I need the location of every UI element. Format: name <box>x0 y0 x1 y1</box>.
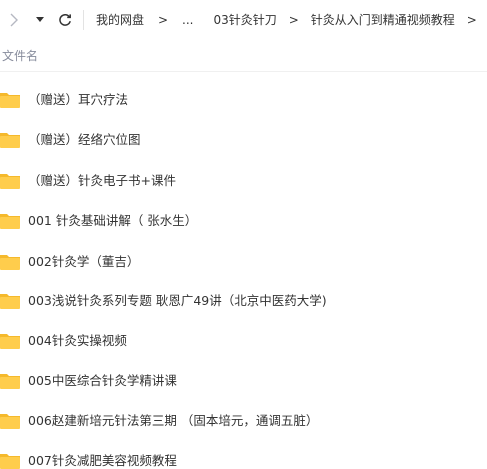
file-name: 007针灸减肥美容视频教程 <box>28 453 177 468</box>
file-name: （赠送）针灸电子书+课件 <box>28 173 176 188</box>
breadcrumb-item-my-drive[interactable]: 我的网盘 <box>96 12 144 28</box>
column-header-name[interactable]: 文件名 <box>2 47 38 64</box>
file-name: 002针灸学（董吉） <box>28 254 140 269</box>
navigation-bar: 我的网盘 > ... 03针灸针刀 > 针灸从入门到精通视频教程 > <box>0 0 487 40</box>
folder-icon <box>0 93 20 108</box>
breadcrumb-item-03[interactable]: 03针灸针刀 <box>213 12 276 28</box>
breadcrumb-separator: > <box>158 13 169 27</box>
file-name: 003浅说针灸系列专题 耿恩广49讲（北京中医药大学) <box>28 293 327 308</box>
file-row[interactable]: 006赵建新培元针法第三期 （固本培元，通调五脏） <box>0 401 487 441</box>
breadcrumb-separator: > <box>466 13 477 27</box>
refresh-icon <box>59 13 71 26</box>
column-header: 文件名 <box>0 40 487 72</box>
file-list: （赠送）耳穴疗法 （赠送）经络穴位图 （赠送）针灸电子书+课件 001 针灸基础讲解（… <box>0 72 487 469</box>
file-name: （赠送）经络穴位图 <box>28 132 141 147</box>
caret-down-icon <box>36 17 44 22</box>
folder-icon <box>0 454 20 469</box>
file-row[interactable]: 001 针灸基础讲解（ 张水生） <box>0 201 487 241</box>
folder-icon <box>0 255 20 270</box>
navbar-divider <box>83 10 84 30</box>
folder-icon <box>0 174 20 189</box>
refresh-button[interactable] <box>56 8 74 32</box>
breadcrumb-item-ellipsis[interactable]: ... <box>182 12 193 28</box>
history-dropdown-button[interactable] <box>34 8 46 32</box>
file-row[interactable]: 004针灸实操视频 <box>0 321 487 361</box>
file-name: （赠送）耳穴疗法 <box>28 92 129 107</box>
breadcrumb-item-current[interactable]: 针灸从入门到精通视频教程 <box>311 12 455 28</box>
folder-icon <box>0 214 20 229</box>
chevron-right-icon <box>10 13 18 27</box>
folder-icon <box>0 294 20 309</box>
file-name: 006赵建新培元针法第三期 （固本培元，通调五脏） <box>28 413 319 428</box>
file-row[interactable]: （赠送）耳穴疗法 <box>0 80 487 120</box>
file-name: 005中医综合针灸学精讲课 <box>28 373 177 388</box>
breadcrumb: 我的网盘 > ... 03针灸针刀 > 针灸从入门到精通视频教程 > <box>96 12 477 28</box>
file-row[interactable]: （赠送）经络穴位图 <box>0 120 487 160</box>
file-row[interactable]: 005中医综合针灸学精讲课 <box>0 361 487 401</box>
folder-icon <box>0 414 20 429</box>
folder-icon <box>0 334 20 349</box>
file-row[interactable]: 003浅说针灸系列专题 耿恩广49讲（北京中医药大学) <box>0 281 487 321</box>
folder-icon <box>0 374 20 389</box>
file-browser: 我的网盘 > ... 03针灸针刀 > 针灸从入门到精通视频教程 > 文件名 （… <box>0 0 487 469</box>
folder-icon <box>0 133 20 148</box>
file-row[interactable]: 007针灸减肥美容视频教程 <box>0 441 487 469</box>
breadcrumb-separator: > <box>288 13 299 27</box>
file-name: 004针灸实操视频 <box>28 333 127 348</box>
forward-button[interactable] <box>6 8 22 32</box>
file-row[interactable]: （赠送）针灸电子书+课件 <box>0 161 487 201</box>
file-row[interactable]: 002针灸学（董吉） <box>0 242 487 282</box>
file-name: 001 针灸基础讲解（ 张水生） <box>28 213 198 228</box>
